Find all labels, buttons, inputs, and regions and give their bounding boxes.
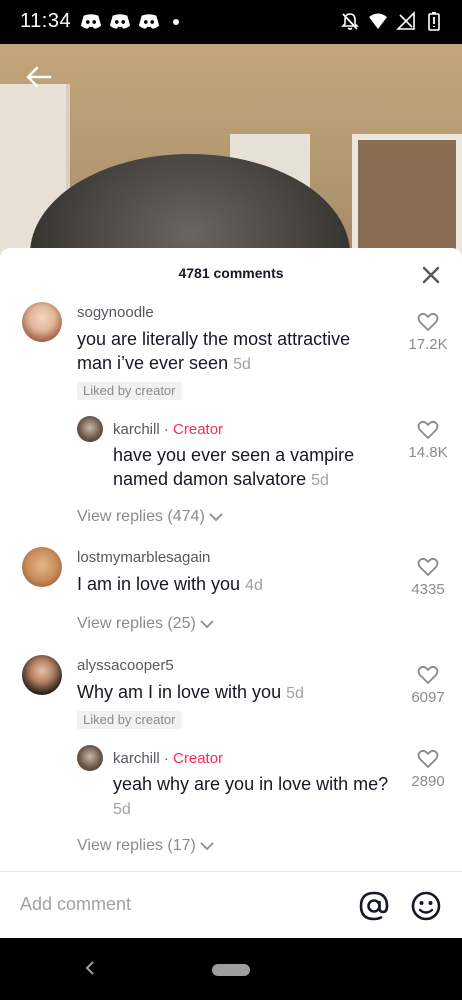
comment-username[interactable]: lostmymarblesagain (77, 549, 210, 566)
close-icon[interactable] (420, 264, 442, 286)
like-button[interactable]: 14.8K (406, 420, 450, 461)
avatar[interactable] (77, 745, 103, 771)
video-preview[interactable] (0, 44, 462, 264)
like-count: 2890 (411, 773, 445, 790)
comment-body: you are literally the most attractive ma… (77, 329, 351, 373)
like-button[interactable]: 17.2K (406, 312, 450, 353)
system-nav-bar (0, 938, 462, 1000)
view-replies-label: View replies (474) (77, 508, 205, 525)
comment-text: I am in love with you 4d (77, 572, 377, 598)
avatar[interactable] (22, 547, 62, 587)
discord-icon (138, 14, 160, 29)
comment-text: you are literally the most attractive ma… (77, 327, 377, 377)
heart-icon[interactable] (417, 665, 439, 685)
view-replies-label: View replies (25) (77, 615, 196, 632)
status-time: 11:34 (20, 10, 72, 32)
liked-by-creator-badge: Liked by creator (77, 382, 182, 400)
like-count: 4335 (411, 581, 445, 598)
view-replies-button[interactable]: View replies (474) (77, 508, 223, 526)
comment-username[interactable]: alyssacooper5 (77, 657, 174, 674)
separator: · (159, 750, 174, 767)
discord-icon (80, 14, 102, 29)
reply-text: yeah why are you in love with me? 5d (113, 772, 408, 822)
view-replies-button[interactable]: View replies (25) (77, 615, 214, 633)
reply-time: 5d (311, 472, 329, 489)
avatar[interactable] (77, 416, 103, 442)
comment-time: 5d (286, 685, 304, 702)
liked-by-creator-badge: Liked by creator (77, 711, 182, 729)
comment-text: Why am I in love with you 5d (77, 680, 377, 706)
comment-time: 5d (233, 356, 251, 373)
heart-icon[interactable] (417, 749, 439, 769)
comments-sheet: 4781 comments sogynoodle you are literal… (0, 248, 462, 938)
reply-username: karchill · Creator (113, 750, 223, 767)
like-count: 17.2K (408, 336, 448, 353)
comment-username[interactable]: sogynoodle (77, 304, 154, 321)
view-replies-label: View replies (17) (77, 837, 196, 854)
like-count: 14.8K (408, 444, 448, 461)
comment-item: alyssacooper5 Why am I in love with you … (0, 651, 462, 861)
mention-icon[interactable] (358, 890, 390, 922)
like-button[interactable]: 6097 (406, 665, 450, 706)
heart-icon[interactable] (417, 312, 439, 332)
heart-icon[interactable] (417, 557, 439, 577)
reply-username-text[interactable]: karchill (113, 750, 160, 767)
separator: · (159, 421, 174, 438)
view-replies-button[interactable]: View replies (17) (77, 837, 214, 855)
comment-item: sogynoodle you are literally the most at… (0, 298, 462, 528)
creator-label: Creator (173, 750, 224, 767)
sheet-header: 4781 comments (0, 248, 462, 298)
status-bar: 11:34 (0, 0, 462, 44)
video-background-doorway (352, 134, 462, 264)
like-count: 6097 (411, 689, 445, 706)
heart-icon[interactable] (417, 420, 439, 440)
comment-time: 4d (245, 577, 263, 594)
add-comment-bar: Add comment (0, 871, 462, 938)
emoji-icon[interactable] (410, 890, 442, 922)
add-comment-input[interactable]: Add comment (20, 894, 131, 915)
back-arrow-icon[interactable] (24, 62, 54, 92)
reply-body: yeah why are you in love with me? (113, 774, 389, 794)
system-icons (340, 11, 444, 31)
comment-body: Why am I in love with you (77, 682, 282, 702)
home-pill[interactable] (212, 964, 250, 976)
reply-username: karchill · Creator (113, 421, 223, 438)
notification-icons (80, 12, 179, 32)
comment-item: lostmymarblesagain I am in love with you… (0, 543, 462, 643)
nav-back-icon[interactable] (82, 960, 98, 976)
wifi-icon (369, 13, 387, 29)
notification-dot (173, 19, 179, 25)
chevron-down-icon (200, 620, 214, 629)
like-button[interactable]: 2890 (406, 749, 450, 790)
comment-body: I am in love with you (77, 574, 241, 594)
creator-label: Creator (173, 421, 224, 438)
comments-count: 4781 comments (178, 265, 284, 281)
like-button[interactable]: 4335 (406, 557, 450, 598)
avatar[interactable] (22, 655, 62, 695)
mute-icon (341, 13, 359, 30)
chevron-down-icon (209, 513, 223, 522)
battery-icon (428, 12, 440, 31)
reply-text: have you ever seen a vampire named damon… (113, 443, 393, 493)
reply-time: 5d (113, 801, 131, 818)
chevron-down-icon (200, 842, 214, 851)
signal-icon (396, 11, 415, 30)
reply-username-text[interactable]: karchill (113, 421, 160, 438)
avatar[interactable] (22, 302, 62, 342)
discord-icon (109, 14, 131, 29)
